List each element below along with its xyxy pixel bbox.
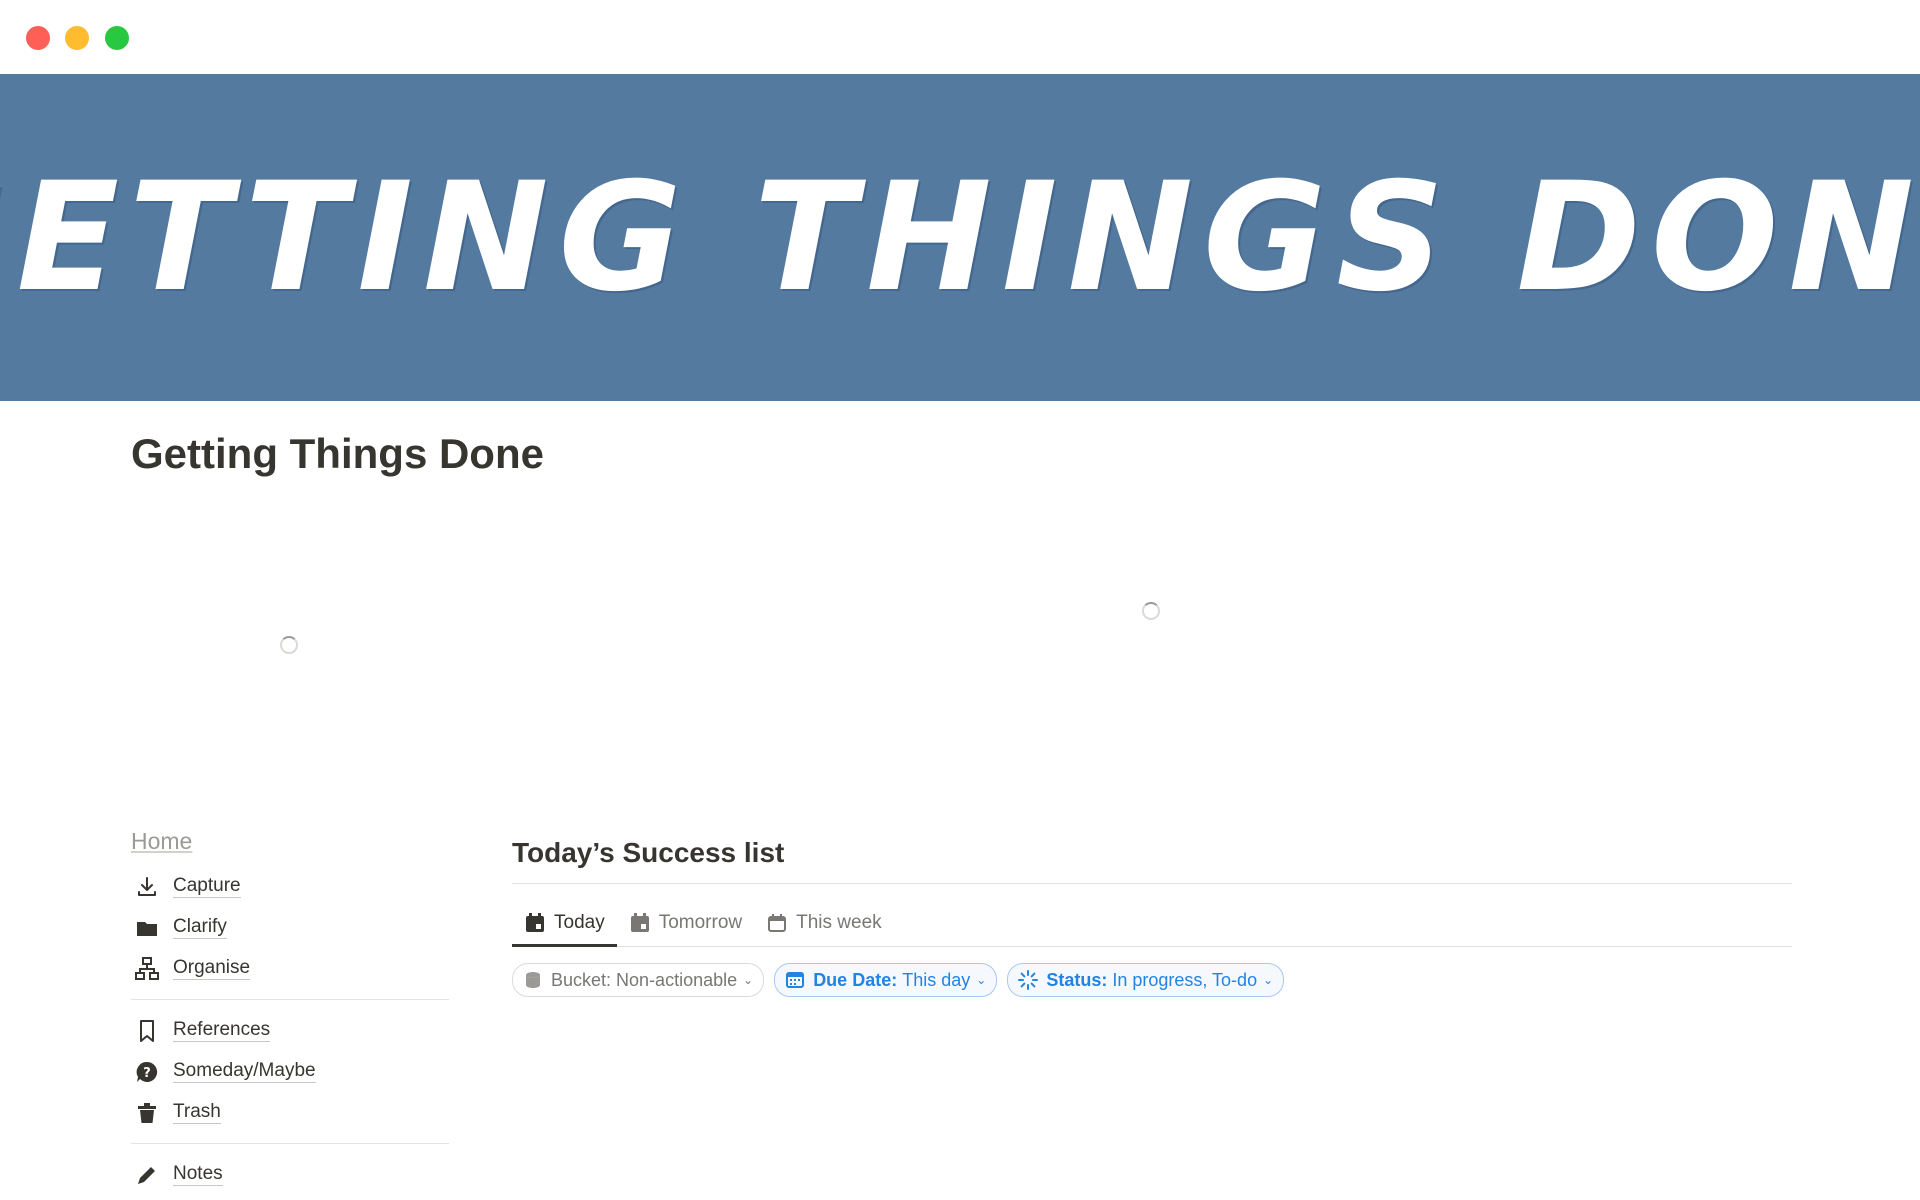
filter-separator: : (606, 969, 617, 990)
pencil-icon (133, 1161, 161, 1189)
tab-label: Tomorrow (658, 912, 743, 933)
calendar-icon (629, 912, 651, 934)
close-window-button[interactable] (26, 26, 50, 50)
calendar-icon (785, 970, 805, 990)
nav-home-link[interactable]: Home (131, 828, 451, 866)
hierarchy-icon (133, 955, 161, 983)
filter-key: Status (1046, 969, 1102, 990)
tab-tomorrow[interactable]: Tomorrow (617, 900, 754, 946)
nav-item-label: Trash (173, 1101, 221, 1124)
chevron-down-icon: ⌄ (1263, 973, 1274, 987)
tab-this-week[interactable]: This week (754, 900, 894, 946)
filter-bucket[interactable]: Bucket: Non-actionable ⌄ (512, 963, 765, 997)
filter-separator: : (1101, 969, 1113, 990)
svg-text:?: ? (143, 1066, 151, 1081)
nav-item-notes[interactable]: Notes (131, 1154, 451, 1195)
tab-label: This week (796, 912, 882, 933)
nav-item-label: References (173, 1019, 271, 1042)
success-list-panel: Today’s Success list Today Tomorrow This… (512, 833, 1792, 997)
cover-banner: GETTING THINGS DONE (0, 74, 1920, 401)
side-navigation: Home Capture Clarify Organise References (131, 828, 451, 1195)
app-window: GETTING THINGS DONE Getting Things Done … (0, 0, 1920, 1200)
nav-item-label: Someday/Maybe (173, 1060, 316, 1083)
nav-item-trash[interactable]: Trash (131, 1092, 451, 1133)
database-icon (523, 970, 543, 990)
title-bar (0, 0, 1920, 74)
filter-value: Non-actionable (616, 969, 738, 990)
filter-status[interactable]: Status: In progress, To-do ⌄ (1007, 963, 1285, 997)
nav-item-label: Capture (173, 875, 241, 898)
tab-label: Today (554, 912, 605, 933)
question-bubble-icon: ? (133, 1058, 161, 1086)
nav-item-clarify[interactable]: Clarify (131, 907, 451, 948)
bookmark-icon (133, 1017, 161, 1045)
loading-spinner-icon (280, 636, 298, 654)
nav-item-capture[interactable]: Capture (131, 866, 451, 907)
filter-value: This day (902, 969, 971, 990)
filter-value: In progress, To-do (1112, 969, 1258, 990)
nav-item-label: Organise (173, 957, 251, 980)
filter-due-date[interactable]: Due Date: This day ⌄ (774, 963, 998, 997)
loading-spinner-icon (1142, 602, 1160, 620)
download-icon (133, 873, 161, 901)
nav-divider (131, 999, 449, 1000)
panel-title: Today’s Success list (512, 837, 785, 868)
nav-item-references[interactable]: References (131, 1010, 451, 1051)
filter-key: Due Date (813, 969, 892, 990)
filter-separator: : (891, 969, 903, 990)
banner-text: GETTING THINGS DONE (0, 150, 1920, 325)
view-tabs: Today Tomorrow This week (512, 884, 1792, 947)
maximize-window-button[interactable] (105, 26, 129, 50)
nav-item-someday-maybe[interactable]: ? Someday/Maybe (131, 1051, 451, 1092)
calendar-icon (524, 912, 546, 934)
filter-key: Bucket (551, 969, 607, 990)
tab-today[interactable]: Today (512, 900, 617, 947)
nav-item-label: Notes (173, 1163, 223, 1186)
nav-divider (131, 1143, 449, 1144)
chevron-down-icon: ⌄ (743, 973, 754, 987)
filter-bar: Bucket: Non-actionable ⌄ Due Date: This … (512, 963, 1792, 997)
minimize-window-button[interactable] (65, 26, 89, 50)
trash-icon (133, 1099, 161, 1127)
page-title: Getting Things Done (131, 430, 544, 477)
status-icon (1018, 970, 1039, 990)
folder-icon (133, 914, 161, 942)
calendar-icon (766, 912, 788, 934)
nav-item-organise[interactable]: Organise (131, 948, 451, 989)
nav-item-label: Clarify (173, 916, 227, 939)
chevron-down-icon: ⌄ (976, 973, 987, 987)
